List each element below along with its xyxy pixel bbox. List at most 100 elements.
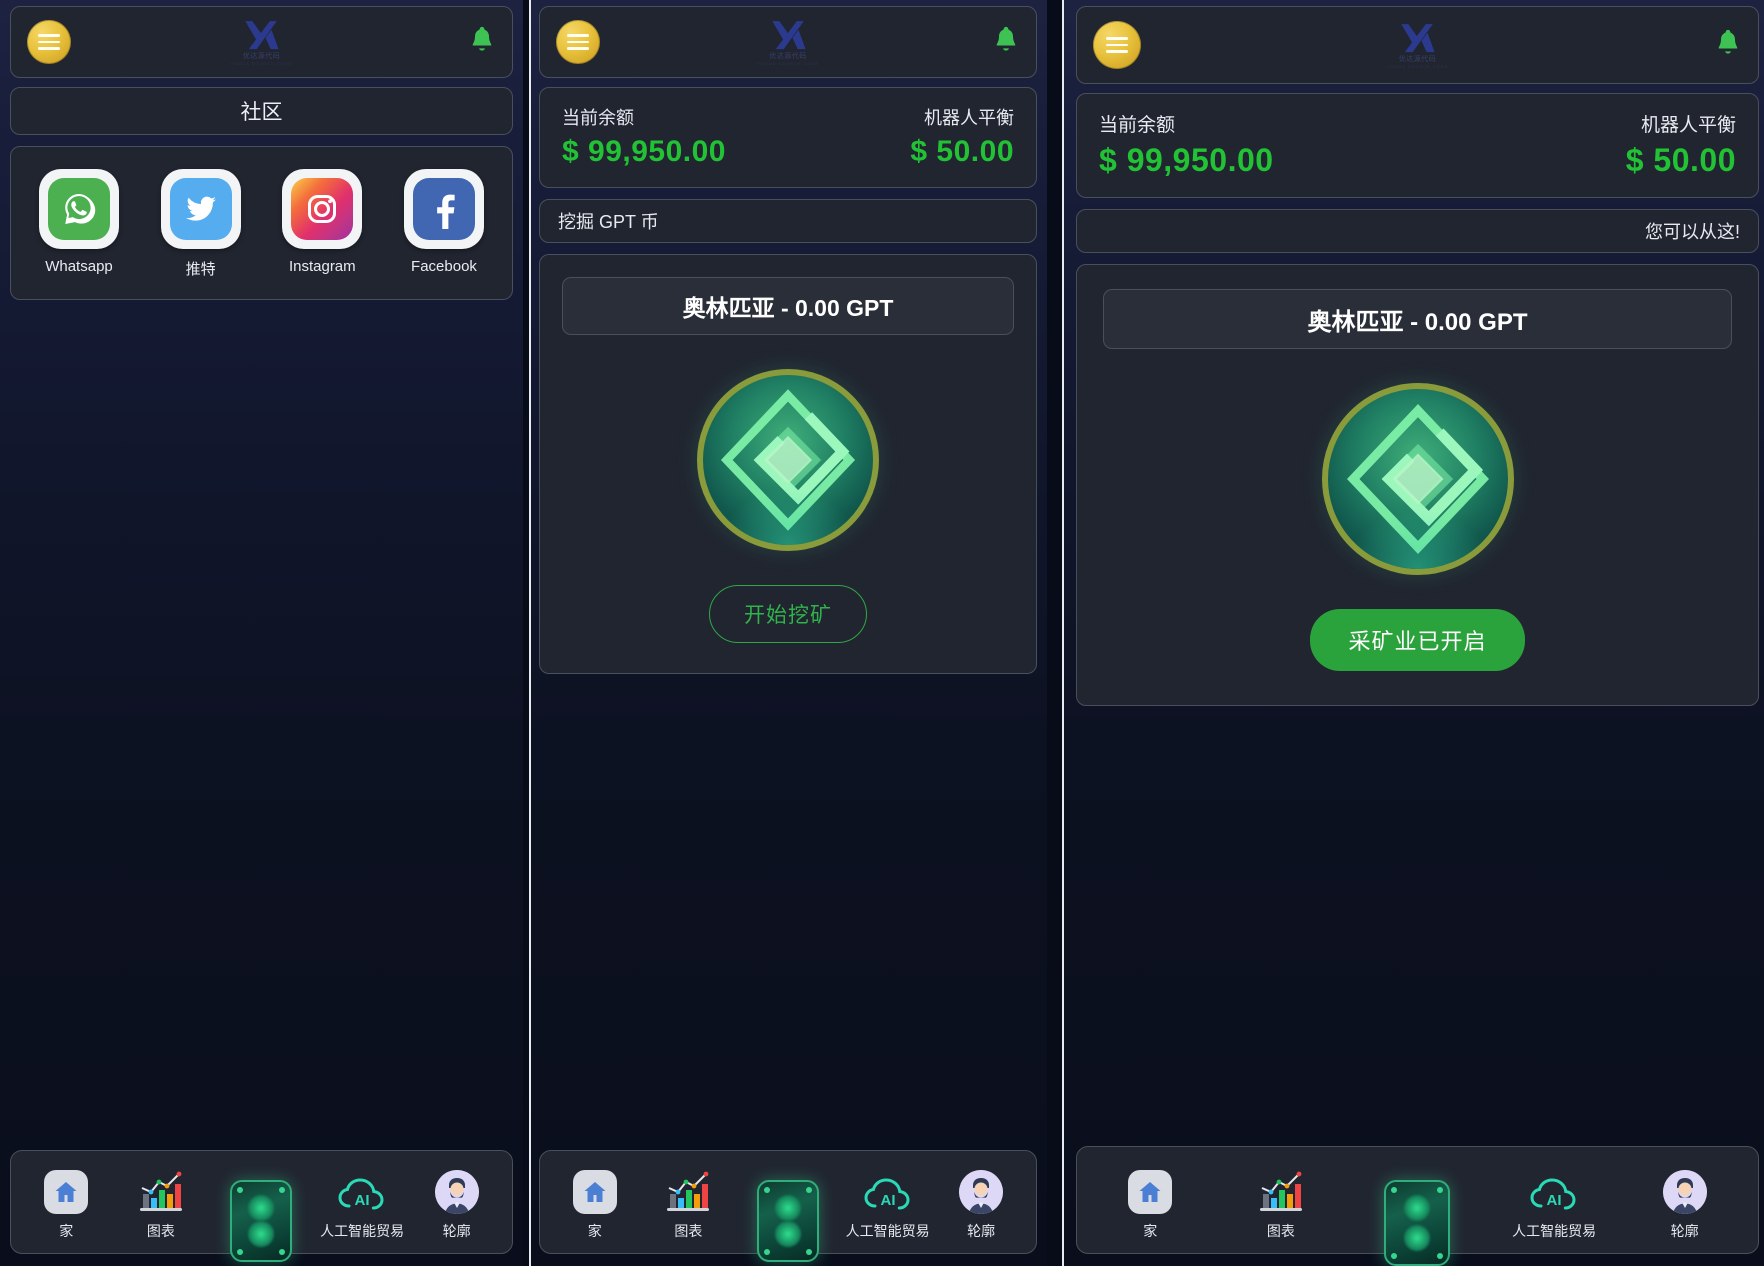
svg-text:AI: AI xyxy=(1547,1192,1562,1209)
nav-item-profile[interactable]: 轮廓 xyxy=(1639,1164,1731,1241)
bell-glyph xyxy=(1718,29,1738,54)
nav-label: 图表 xyxy=(1266,1223,1295,1239)
bottom-nav-2: 家 图表 AI 人工智能贸易 轮廓 xyxy=(539,1150,1037,1262)
marquee-banner-2: 挖掘 GPT 币 xyxy=(539,199,1037,243)
logo-subtitle: 优达源代码 xyxy=(769,53,807,61)
current-balance-value: $ 99,950.00 xyxy=(1099,142,1274,178)
current-balance: 当前余额 $ 99,950.00 xyxy=(562,104,726,169)
nav-item-chart[interactable]: 图表 xyxy=(115,1164,207,1241)
ai-cloud-icon: AI xyxy=(1528,1164,1580,1214)
menu-button[interactable] xyxy=(556,20,600,64)
nav-item-chart[interactable]: 图表 xyxy=(642,1164,734,1241)
ai-cloud-glyph: AI xyxy=(338,1178,384,1210)
balance-card-3: 当前余额 $ 99,950.00 机器人平衡 $ 50.00 xyxy=(1076,93,1759,198)
avatar-glyph xyxy=(959,1170,1004,1214)
nav-label: 人工智能贸易 xyxy=(1512,1223,1597,1239)
home-icon xyxy=(572,1164,617,1214)
notification-bell-icon[interactable] xyxy=(992,26,1020,58)
balance-card-2: 当前余额 $ 99,950.00 机器人平衡 $ 50.00 xyxy=(539,87,1037,188)
robot-balance-value: $ 50.00 xyxy=(1625,142,1736,178)
marquee-banner-3: 您可以从这! xyxy=(1076,209,1759,253)
nav-label: 家 xyxy=(587,1223,602,1239)
nav-item-ai-trading[interactable]: AI 人工智能贸易 xyxy=(842,1164,934,1241)
notification-bell-icon[interactable] xyxy=(1714,29,1742,61)
bottom-nav-3: 家 图表 AI 人工智能贸易 轮廓 xyxy=(1076,1146,1759,1266)
olympia-coin-icon xyxy=(697,369,879,551)
yx-logo-icon xyxy=(245,21,279,50)
social-item-twitter[interactable]: 推特 xyxy=(151,169,251,279)
phone-panel-1: 优达源代码 YOUDA SOURCE CODE 社区 Whatsapp 推特 I… xyxy=(0,0,523,1266)
ai-cloud-icon: AI xyxy=(862,1164,914,1214)
social-item-facebook[interactable]: Facebook xyxy=(394,169,494,279)
section-title-text: 社区 xyxy=(240,101,283,124)
social-label: Facebook xyxy=(411,258,477,275)
chart-glyph xyxy=(1259,1171,1302,1211)
bottom-nav-1: 家 图表 AI 人工智能贸易 轮廓 xyxy=(10,1150,513,1262)
start-mining-button[interactable]: 开始挖矿 xyxy=(709,585,867,643)
current-balance-value: $ 99,950.00 xyxy=(562,135,726,168)
brand-logo: 优达源代码 YOUDA SOURCE CODE xyxy=(1387,21,1449,69)
nav-item-chart[interactable]: 图表 xyxy=(1235,1164,1327,1241)
home-glyph xyxy=(55,1182,77,1202)
nav-label: 人工智能贸易 xyxy=(845,1223,930,1239)
coin-title-bar: 奥林匹亚 - 0.00 GPT xyxy=(562,277,1014,335)
brand-logo: 优达源代码 YOUDA SOURCE CODE xyxy=(757,18,819,66)
phone-panel-3: 优达源代码 YOUDA SOURCE CODE 当前余额 $ 99,950.00 xyxy=(1062,0,1764,1266)
chart-icon xyxy=(664,1164,712,1214)
nav-label: 图表 xyxy=(146,1223,175,1239)
yx-logo-icon xyxy=(1401,24,1435,53)
coin-title-text: 奥林匹亚 - 0.00 GPT xyxy=(682,295,894,321)
nav-label: 家 xyxy=(59,1223,74,1239)
twitter-bird-glyph xyxy=(185,196,216,221)
nav-item-ai-trading[interactable]: AI 人工智能贸易 xyxy=(316,1164,408,1241)
home-glyph xyxy=(584,1182,606,1202)
app-header-2: 优达源代码 YOUDA SOURCE CODE xyxy=(539,6,1037,78)
social-label: 推特 xyxy=(185,261,216,278)
robot-balance-value: $ 50.00 xyxy=(910,135,1014,168)
avatar-glyph xyxy=(1662,1170,1707,1214)
nav-item-home[interactable]: 家 xyxy=(549,1164,641,1241)
app-header-3: 优达源代码 YOUDA SOURCE CODE xyxy=(1076,6,1759,84)
miner-chip-icon xyxy=(1384,1180,1451,1266)
social-label: Whatsapp xyxy=(45,258,113,275)
nav-item-profile[interactable]: 轮廓 xyxy=(935,1164,1027,1241)
robot-balance: 机器人平衡 $ 50.00 xyxy=(910,104,1014,169)
nav-label: 轮廓 xyxy=(1670,1223,1699,1239)
home-icon xyxy=(44,1164,89,1214)
olympia-coin-glyph xyxy=(720,389,856,531)
nav-item-miner[interactable] xyxy=(1365,1180,1469,1266)
social-item-whatsapp[interactable]: Whatsapp xyxy=(29,169,129,279)
nav-item-home[interactable]: 家 xyxy=(20,1164,112,1241)
avatar-glyph xyxy=(434,1170,479,1214)
nav-item-ai-trading[interactable]: AI 人工智能贸易 xyxy=(1508,1164,1600,1241)
screenshot-stage: 优达源代码 YOUDA SOURCE CODE 社区 Whatsapp 推特 I… xyxy=(0,0,1764,1266)
notification-bell-icon[interactable] xyxy=(468,26,496,58)
nav-label: 轮廓 xyxy=(442,1223,471,1239)
profile-avatar-icon xyxy=(959,1164,1004,1214)
mining-started-button[interactable]: 采矿业已开启 xyxy=(1310,609,1525,671)
nav-item-home[interactable]: 家 xyxy=(1104,1164,1196,1241)
nav-item-miner[interactable] xyxy=(209,1180,313,1262)
whatsapp-glyph xyxy=(65,194,96,224)
bell-glyph xyxy=(472,26,492,51)
menu-button[interactable] xyxy=(27,20,71,64)
ai-cloud-glyph: AI xyxy=(1530,1178,1576,1210)
current-balance: 当前余额 $ 99,950.00 xyxy=(1099,110,1274,179)
facebook-icon xyxy=(403,169,484,249)
nav-label: 人工智能贸易 xyxy=(320,1223,405,1239)
olympia-coin-icon xyxy=(1321,383,1514,575)
instagram-glyph xyxy=(308,195,337,223)
mining-card-2: 奥林匹亚 - 0.00 GPT 开始挖矿 xyxy=(539,254,1037,674)
nav-item-miner[interactable] xyxy=(736,1180,840,1262)
menu-button[interactable] xyxy=(1093,21,1141,69)
chart-icon xyxy=(137,1164,185,1214)
nav-item-profile[interactable]: 轮廓 xyxy=(411,1164,503,1241)
chart-glyph xyxy=(667,1171,710,1211)
logo-subtitle-2: YOUDA SOURCE CODE xyxy=(1386,63,1449,69)
profile-avatar-icon xyxy=(1662,1164,1707,1214)
social-item-instagram[interactable]: Instagram xyxy=(272,169,372,279)
miner-chip-icon xyxy=(756,1180,819,1262)
chart-glyph xyxy=(139,1171,182,1211)
bell-glyph xyxy=(996,26,1016,51)
nav-label: 图表 xyxy=(674,1223,703,1239)
